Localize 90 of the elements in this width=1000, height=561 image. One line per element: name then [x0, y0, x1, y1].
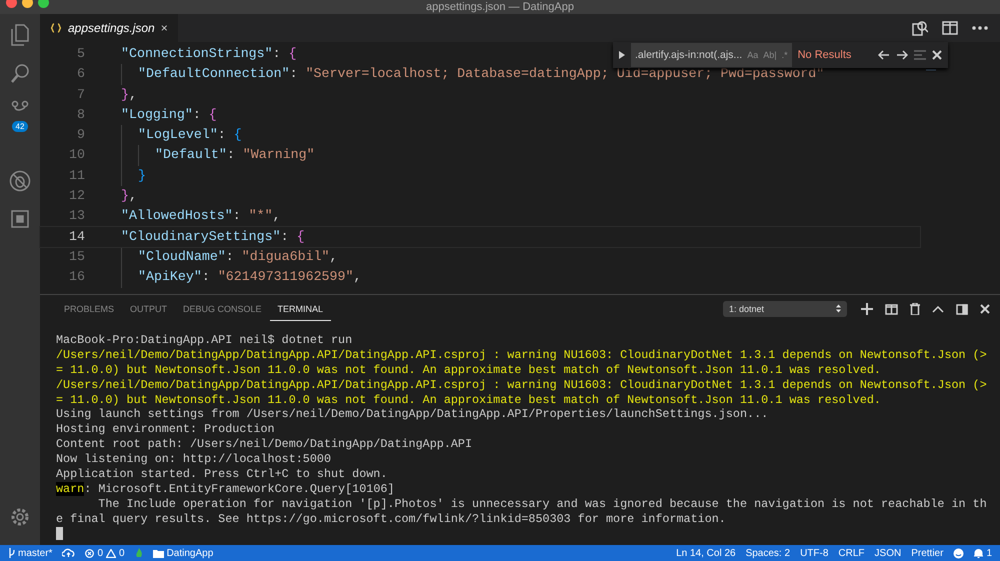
terminal-dropdown[interactable]: 1: dotnet — [723, 301, 847, 317]
code-line: }, — [121, 187, 137, 206]
warning-icon — [106, 548, 116, 558]
code-line: "LogLevel": { — [138, 126, 242, 144]
updown-caret-icon — [836, 304, 841, 313]
code-line: "CloudinarySettings": { — [121, 228, 305, 246]
terminal-line: = 11.0.0) but Newtonsoft.Json 11.0.0 was not found. An approximate best match of Newtonsoft.Json 11.0.1 was resolved. — [56, 362, 882, 378]
json-file-icon — [50, 23, 62, 33]
line-number: 10 — [68, 146, 86, 164]
line-number: 15 — [68, 248, 86, 266]
terminal-line: MacBook-Pro:DatingApp.API neil$ dotnet run — [56, 333, 354, 348]
code-line: "AllowedHosts": "*", — [121, 207, 281, 226]
changes-badge: 42 — [12, 121, 28, 132]
minimize-window-button[interactable] — [22, 0, 33, 8]
line-number: 14 — [68, 228, 86, 246]
file-tab[interactable]: appsettings.json × — [40, 14, 178, 42]
extensions-icon[interactable] — [10, 209, 30, 229]
branch-icon — [8, 548, 15, 558]
line-number: 12 — [68, 187, 86, 206]
terminal-line: /Users/neil/Demo/DatingApp/DatingApp.API/DatingApp.API.csproj : warning NU1603: CloudinaryDotNet 1.3.1 depends on Newtonsoft.Json (> — [56, 348, 984, 363]
plus-icon[interactable] — [861, 303, 873, 315]
split-terminal-icon[interactable] — [885, 304, 898, 314]
folder-indicator[interactable]: DatingApp — [152, 548, 214, 558]
problems-indicator[interactable]: 0 0 — [85, 548, 125, 558]
error-icon — [85, 548, 94, 558]
cloud-upload-icon[interactable] — [62, 548, 76, 558]
code-line: "Default": "Warning" — [155, 146, 315, 164]
status-item[interactable]: Ln 14, Col 26 — [676, 548, 736, 558]
close-icon[interactable] — [932, 50, 942, 60]
line-number: 6 — [76, 65, 86, 84]
terminal-line: Now listening on: http://localhost:5000 — [56, 452, 332, 468]
settings-icon[interactable] — [11, 508, 29, 526]
line-number: 16 — [68, 268, 86, 286]
terminal-line: Content root path: /Users/neil/Demo/DatingApp/DatingApp.API — [56, 437, 474, 452]
terminal-line: warn: Microsoft.EntityFrameworkCore.Query[10106] — [56, 482, 396, 497]
expand-toggle-icon[interactable] — [619, 51, 625, 59]
close-window-button[interactable] — [6, 0, 17, 8]
panel-layout-icon[interactable] — [956, 304, 968, 314]
find-in-selection-icon[interactable] — [914, 50, 926, 60]
status-item[interactable]: Spaces: 2 — [746, 548, 790, 558]
previous-match-icon[interactable] — [878, 50, 890, 60]
notifications-indicator[interactable]: 1 — [974, 548, 992, 558]
panel-tab[interactable]: DEBUG CONSOLE — [175, 298, 270, 320]
window-title: appsettings.json — DatingApp — [426, 1, 574, 13]
line-number: 5 — [76, 45, 86, 63]
next-match-icon[interactable] — [896, 50, 908, 60]
folder-icon — [152, 548, 164, 558]
bell-icon — [974, 548, 984, 558]
line-number: 7 — [76, 86, 86, 104]
split-editor-icon[interactable] — [942, 21, 958, 35]
line-number: 8 — [76, 106, 86, 124]
line-number: 11 — [68, 166, 86, 185]
code-line: "ConnectionStrings": { — [121, 45, 297, 63]
panel-tab[interactable]: OUTPUT — [122, 298, 176, 320]
terminal-line: The Include operation for navigation '[p].Photos' is unnecessary and was ignored because the navigation is not reachable in th — [97, 496, 984, 512]
close-icon[interactable] — [980, 304, 990, 314]
terminal-line: Application started. Press Ctrl+C to shut down. — [56, 467, 388, 482]
terminal-line: Using launch settings from /Users/neil/Demo/DatingApp/DatingApp.API/Properties/launchSettings.json... — [56, 407, 770, 422]
line-number: 13 — [68, 207, 86, 226]
trash-icon[interactable] — [910, 303, 920, 315]
line-number: 9 — [76, 126, 86, 144]
search-icon[interactable] — [10, 63, 30, 83]
panel-tab[interactable]: PROBLEMS — [56, 298, 122, 320]
code-line: "Logging": { — [121, 106, 217, 124]
zoom-window-button[interactable] — [38, 0, 49, 8]
terminal-cursor — [56, 526, 63, 540]
code-line: }, — [121, 86, 137, 104]
tab-label: appsettings.json — [68, 21, 155, 35]
code-line: } — [138, 166, 146, 185]
open-changes-icon[interactable] — [912, 20, 928, 36]
status-item[interactable]: Prettier — [911, 548, 944, 558]
terminal-line: = 11.0.0) but Newtonsoft.Json 11.0.0 was not found. An approximate best match of Newtonsoft.Json 11.0.1 was resolved. — [56, 392, 882, 408]
terminal-line: /Users/neil/Demo/DatingApp/DatingApp.API/DatingApp.API.csproj : warning NU1603: CloudinaryDotNet 1.3.1 depends on Newtonsoft.Json (> — [56, 378, 984, 393]
status-item[interactable]: JSON — [874, 548, 902, 558]
status-item[interactable]: UTF-8 — [800, 548, 828, 558]
chevron-up-icon[interactable] — [932, 306, 944, 312]
find-result: No Results — [798, 48, 852, 63]
branch-indicator[interactable]: master* — [8, 548, 52, 558]
close-tab-button[interactable]: × — [160, 21, 168, 35]
more-icon[interactable] — [972, 26, 988, 30]
code-line: "ApiKey": "621497311962599", — [138, 268, 362, 286]
files-icon[interactable] — [10, 24, 30, 46]
panel-tab[interactable]: TERMINAL — [270, 298, 332, 320]
feedback-smiley-icon[interactable] — [953, 548, 964, 558]
code-line: "CloudName": "digua6bil", — [138, 248, 338, 266]
code-line: "DefaultConnection": "Server=localhost; Database=datingApp; Uid=appuser; Pwd=password" — [138, 65, 824, 84]
status-item[interactable]: CRLF — [838, 548, 865, 558]
find-input-field[interactable]: .alertify.ajs-in:not(.ajs... Aa Ab| .* — [631, 42, 792, 68]
terminal-line: Hosting environment: Production — [56, 422, 276, 438]
terminal-line: e final query results. See https://go.microsoft.com/fwlink/?linkid=850303 for more information. — [56, 512, 727, 527]
